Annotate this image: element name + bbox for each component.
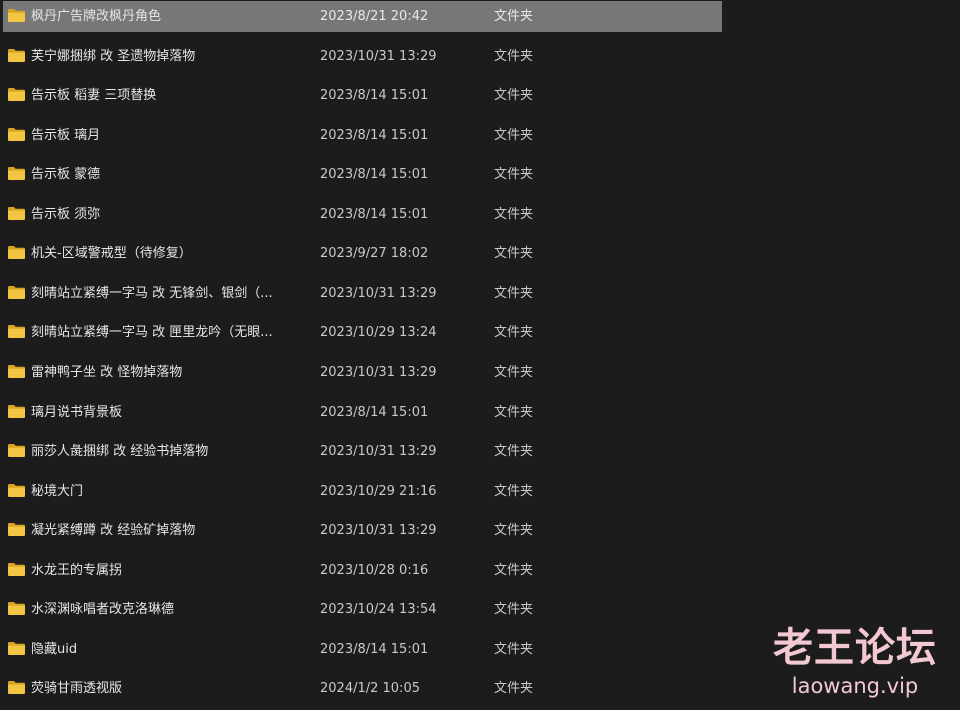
file-name: 秘境大门 — [31, 483, 84, 499]
folder-icon — [8, 206, 25, 220]
file-date-modified: 2023/8/14 15:01 — [320, 641, 429, 657]
file-type: 文件夹 — [494, 602, 534, 618]
file-date-modified: 2023/10/31 13:29 — [320, 364, 437, 380]
file-type: 文件夹 — [494, 9, 534, 24]
file-date-modified: 2023/10/24 13:54 — [320, 602, 437, 618]
file-name: 丽莎人彘捆绑 改 经验书掉落物 — [31, 444, 209, 460]
file-type: 文件夹 — [494, 167, 534, 183]
folder-icon — [8, 88, 25, 102]
folder-icon — [8, 167, 25, 181]
file-row[interactable]: 璃月说书背景板 2023/8/14 15:01 文件夹 — [3, 397, 722, 428]
folder-icon — [8, 444, 25, 458]
file-type: 文件夹 — [494, 562, 534, 578]
folder-icon — [8, 602, 25, 616]
file-list: 枫丹广告牌改枫丹角色 2023/8/21 20:42 文件夹 芙宁娜捆绑 改 圣遗物掉… — [0, 0, 960, 710]
file-row[interactable]: 机关-区域警戒型（待修复） 2023/9/27 18:02 文件夹 — [3, 238, 722, 269]
file-row[interactable]: 枫丹广告牌改枫丹角色 2023/8/21 20:42 文件夹 — [3, 1, 722, 32]
file-row[interactable]: 隐藏uid 2023/8/14 15:01 文件夹 — [3, 634, 722, 665]
file-date-modified: 2023/8/14 15:01 — [320, 167, 429, 183]
folder-icon — [8, 246, 25, 260]
file-name: 告示板 须弥 — [31, 206, 101, 222]
folder-icon — [8, 48, 25, 62]
file-row[interactable]: 告示板 须弥 2023/8/14 15:01 文件夹 — [3, 199, 722, 230]
file-name: 告示板 稻妻 三项替换 — [31, 88, 157, 104]
file-name: 雷神鸭子坐 改 怪物掉落物 — [31, 364, 183, 380]
file-name: 刻晴站立紧缚一字马 改 无锋剑、银剑（... — [31, 285, 273, 301]
file-name: 枫丹广告牌改枫丹角色 — [31, 9, 162, 24]
folder-icon — [8, 523, 25, 537]
file-row[interactable]: 荧骑甘雨透视版 2024/1/2 10:05 文件夹 — [3, 673, 722, 704]
file-row[interactable]: 刻晴站立紧缚一字马 改 匣里龙吟（无眼... 2023/10/29 13:24 文件… — [3, 317, 722, 348]
file-date-modified: 2023/10/28 0:16 — [320, 562, 429, 578]
folder-icon — [8, 9, 25, 22]
file-name: 隐藏uid — [31, 641, 78, 657]
file-date-modified: 2023/8/14 15:01 — [320, 404, 429, 420]
folder-icon — [8, 325, 25, 339]
file-row[interactable]: 水龙王的专属拐 2023/10/28 0:16 文件夹 — [3, 555, 722, 586]
folder-icon — [8, 562, 25, 576]
file-type: 文件夹 — [494, 48, 534, 64]
file-date-modified: 2023/10/31 13:29 — [320, 444, 437, 460]
file-row[interactable]: 丽莎人彘捆绑 改 经验书掉落物 2023/10/31 13:29 文件夹 — [3, 436, 722, 467]
file-type: 文件夹 — [494, 325, 534, 341]
file-row[interactable]: 秘境大门 2023/10/29 21:16 文件夹 — [3, 476, 722, 507]
file-row[interactable]: 告示板 蒙德 2023/8/14 15:01 文件夹 — [3, 159, 722, 190]
file-type: 文件夹 — [494, 681, 534, 697]
file-name: 凝光紧缚蹲 改 经验矿掉落物 — [31, 523, 196, 539]
file-type: 文件夹 — [494, 206, 534, 222]
file-name: 璃月说书背景板 — [31, 404, 123, 420]
folder-icon — [8, 404, 25, 418]
file-name: 水深渊咏唱者改克洛琳德 — [31, 602, 175, 618]
file-date-modified: 2023/8/14 15:01 — [320, 127, 429, 143]
file-date-modified: 2023/10/29 13:24 — [320, 325, 437, 341]
file-date-modified: 2023/10/31 13:29 — [320, 285, 437, 301]
file-type: 文件夹 — [494, 641, 534, 657]
file-row[interactable]: 刻晴站立紧缚一字马 改 无锋剑、银剑（... 2023/10/31 13:29 文件… — [3, 278, 722, 309]
folder-icon — [8, 364, 25, 378]
file-name: 水龙王的专属拐 — [31, 562, 123, 578]
file-row[interactable]: 雷神鸭子坐 改 怪物掉落物 2023/10/31 13:29 文件夹 — [3, 357, 722, 388]
file-name: 刻晴站立紧缚一字马 改 匣里龙吟（无眼... — [31, 325, 273, 341]
file-name: 芙宁娜捆绑 改 圣遗物掉落物 — [31, 48, 196, 64]
file-type: 文件夹 — [494, 444, 534, 460]
folder-icon — [8, 483, 25, 497]
file-date-modified: 2023/8/14 15:01 — [320, 206, 429, 222]
file-date-modified: 2023/9/27 18:02 — [320, 246, 429, 262]
file-type: 文件夹 — [494, 285, 534, 301]
folder-icon — [8, 681, 25, 695]
file-row[interactable]: 告示板 稻妻 三项替换 2023/8/14 15:01 文件夹 — [3, 80, 722, 111]
file-type: 文件夹 — [494, 404, 534, 420]
file-date-modified: 2023/10/29 21:16 — [320, 483, 437, 499]
file-row[interactable]: 凝光紧缚蹲 改 经验矿掉落物 2023/10/31 13:29 文件夹 — [3, 515, 722, 546]
file-type: 文件夹 — [494, 523, 534, 539]
file-row[interactable]: 水深渊咏唱者改克洛琳德 2023/10/24 13:54 文件夹 — [3, 594, 722, 625]
file-date-modified: 2024/1/2 10:05 — [320, 681, 420, 697]
file-name: 机关-区域警戒型（待修复） — [31, 246, 192, 262]
file-name: 告示板 蒙德 — [31, 167, 101, 183]
file-row[interactable]: 告示板 璃月 2023/8/14 15:01 文件夹 — [3, 120, 722, 151]
file-type: 文件夹 — [494, 364, 534, 380]
file-date-modified: 2023/10/31 13:29 — [320, 48, 437, 64]
folder-icon — [8, 285, 25, 299]
file-row[interactable]: 芙宁娜捆绑 改 圣遗物掉落物 2023/10/31 13:29 文件夹 — [3, 41, 722, 72]
file-type: 文件夹 — [494, 127, 534, 143]
file-date-modified: 2023/10/31 13:29 — [320, 523, 437, 539]
file-type: 文件夹 — [494, 483, 534, 499]
file-date-modified: 2023/8/21 20:42 — [320, 9, 429, 24]
file-name: 告示板 璃月 — [31, 127, 101, 143]
folder-icon — [8, 127, 25, 141]
file-name: 荧骑甘雨透视版 — [31, 681, 123, 697]
folder-icon — [8, 641, 25, 655]
file-type: 文件夹 — [494, 88, 534, 104]
file-type: 文件夹 — [494, 246, 534, 262]
file-date-modified: 2023/8/14 15:01 — [320, 88, 429, 104]
